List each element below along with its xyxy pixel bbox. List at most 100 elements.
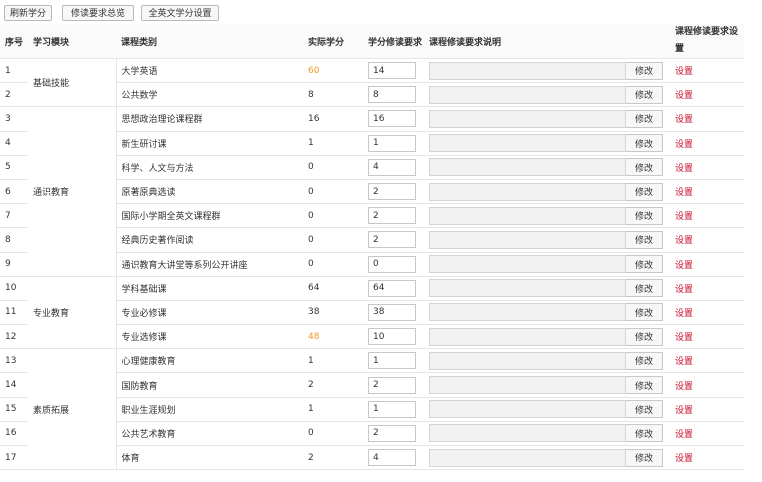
setting-link[interactable]: 设置 <box>675 309 693 319</box>
setting-link[interactable]: 设置 <box>675 91 693 101</box>
requirement-note-input[interactable] <box>429 255 626 274</box>
requirement-note-input[interactable] <box>429 303 626 322</box>
setting-link[interactable]: 设置 <box>675 406 693 416</box>
setting-link[interactable]: 设置 <box>675 164 693 174</box>
edit-note-button[interactable]: 修改 <box>626 206 663 225</box>
required-credits-input[interactable] <box>368 400 416 418</box>
edit-note-button[interactable]: 修改 <box>626 230 663 249</box>
requirement-note-cell: 修改 <box>424 372 670 398</box>
required-credits-cell <box>363 421 424 447</box>
setting-link[interactable]: 设置 <box>675 382 693 392</box>
requirement-note-input[interactable] <box>429 158 626 177</box>
edit-note-button[interactable]: 修改 <box>626 134 663 153</box>
actual-credits: 1 <box>303 397 363 422</box>
setting-link[interactable]: 设置 <box>675 333 693 343</box>
required-credits-cell <box>363 348 424 374</box>
required-credits-input[interactable] <box>368 183 416 201</box>
edit-note-button[interactable]: 修改 <box>626 376 663 395</box>
edit-note-button[interactable]: 修改 <box>626 255 663 274</box>
required-credits-input[interactable] <box>368 352 416 370</box>
requirement-note-input[interactable] <box>429 327 626 346</box>
setting-link[interactable]: 设置 <box>675 67 693 77</box>
requirement-note-input[interactable] <box>429 85 626 104</box>
setting-link[interactable]: 设置 <box>675 454 693 464</box>
requirement-note-group: 修改 <box>429 400 670 419</box>
required-credits-input[interactable] <box>368 231 416 249</box>
edit-note-button[interactable]: 修改 <box>626 158 663 177</box>
setting-link[interactable]: 设置 <box>675 188 693 198</box>
edit-note-button[interactable]: 修改 <box>626 424 663 443</box>
row-index: 3 <box>0 106 28 132</box>
edit-note-button[interactable]: 修改 <box>626 448 663 467</box>
edit-note-button[interactable]: 修改 <box>626 327 663 346</box>
required-credits-input[interactable] <box>368 255 416 273</box>
requirement-setting-cell: 设置 <box>670 252 744 277</box>
setting-link[interactable]: 设置 <box>675 236 693 246</box>
setting-link[interactable]: 设置 <box>675 115 693 125</box>
required-credits-input[interactable] <box>368 376 416 394</box>
requirement-note-input[interactable] <box>429 351 626 370</box>
required-credits-input[interactable] <box>368 449 416 467</box>
requirement-note-input[interactable] <box>429 400 626 419</box>
actual-credits: 0 <box>303 421 363 447</box>
edit-note-button[interactable]: 修改 <box>626 400 663 419</box>
required-credits-input[interactable] <box>368 207 416 225</box>
module-professional-education-cell: 专业教育 <box>28 276 117 350</box>
requirement-note-input[interactable] <box>429 230 626 249</box>
required-credits-input[interactable] <box>368 303 416 321</box>
requirement-note-group: 修改 <box>429 376 670 395</box>
edit-note-button[interactable]: 修改 <box>626 279 663 298</box>
edit-note-button[interactable]: 修改 <box>626 109 663 128</box>
required-credits-input[interactable] <box>368 110 416 128</box>
requirement-note-group: 修改 <box>429 206 670 225</box>
requirement-note-cell: 修改 <box>424 58 670 84</box>
setting-link[interactable]: 设置 <box>675 140 693 150</box>
requirement-note-input[interactable] <box>429 424 626 443</box>
requirement-note-input[interactable] <box>429 448 626 467</box>
requirement-note-cell: 修改 <box>424 131 670 156</box>
requirement-note-input[interactable] <box>429 134 626 153</box>
edit-note-button[interactable]: 修改 <box>626 85 663 104</box>
required-credits-input[interactable] <box>368 86 416 104</box>
setting-link[interactable]: 设置 <box>675 212 693 222</box>
requirements-overview-button[interactable]: 修读要求总览 <box>62 5 134 21</box>
requirement-note-input[interactable] <box>429 109 626 128</box>
edit-note-button[interactable]: 修改 <box>626 182 663 201</box>
required-credits-input[interactable] <box>368 62 416 80</box>
requirement-note-input[interactable] <box>429 206 626 225</box>
required-credits-input[interactable] <box>368 424 416 442</box>
refresh-credits-button[interactable]: 刷新学分 <box>4 5 52 21</box>
course-category: 国防教育 <box>116 372 303 398</box>
actual-credits: 0 <box>303 203 363 229</box>
credit-requirements-table: 序号 学习模块 课程类别 实际学分 学分修读要求 课程修读要求说明 课程修读要求… <box>0 24 744 471</box>
edit-note-button[interactable]: 修改 <box>626 61 663 80</box>
requirement-note-input[interactable] <box>429 61 626 80</box>
requirement-note-group: 修改 <box>429 303 670 322</box>
requirement-note-input[interactable] <box>429 376 626 395</box>
edit-note-button[interactable]: 修改 <box>626 351 663 370</box>
actual-credits: 0 <box>303 227 363 253</box>
required-credits-input[interactable] <box>368 158 416 176</box>
setting-link[interactable]: 设置 <box>675 261 693 271</box>
toolbar: 刷新学分 修读要求总览 全英文学分设置 <box>0 0 762 26</box>
required-credits-cell <box>363 300 424 326</box>
setting-link[interactable]: 设置 <box>675 430 693 440</box>
required-credits-input[interactable] <box>368 279 416 297</box>
row-index: 12 <box>0 324 28 350</box>
module-general-education-cell: 通识教育 <box>28 106 117 277</box>
requirement-note-input[interactable] <box>429 182 626 201</box>
requirement-note-input[interactable] <box>429 279 626 298</box>
setting-link[interactable]: 设置 <box>675 357 693 367</box>
requirement-setting-cell: 设置 <box>670 324 744 350</box>
required-credits-input[interactable] <box>368 134 416 152</box>
course-category: 大学英语 <box>116 58 303 84</box>
edit-note-button[interactable]: 修改 <box>626 303 663 322</box>
required-credits-input[interactable] <box>368 328 416 346</box>
actual-credits: 16 <box>303 106 363 132</box>
setting-link[interactable]: 设置 <box>675 285 693 295</box>
requirement-note-cell: 修改 <box>424 445 670 471</box>
requirement-setting-cell: 设置 <box>670 155 744 180</box>
course-category: 通识教育大讲堂等系列公开讲座 <box>116 252 303 277</box>
english-credit-settings-button[interactable]: 全英文学分设置 <box>141 5 219 21</box>
scrollbar[interactable] <box>744 24 762 482</box>
